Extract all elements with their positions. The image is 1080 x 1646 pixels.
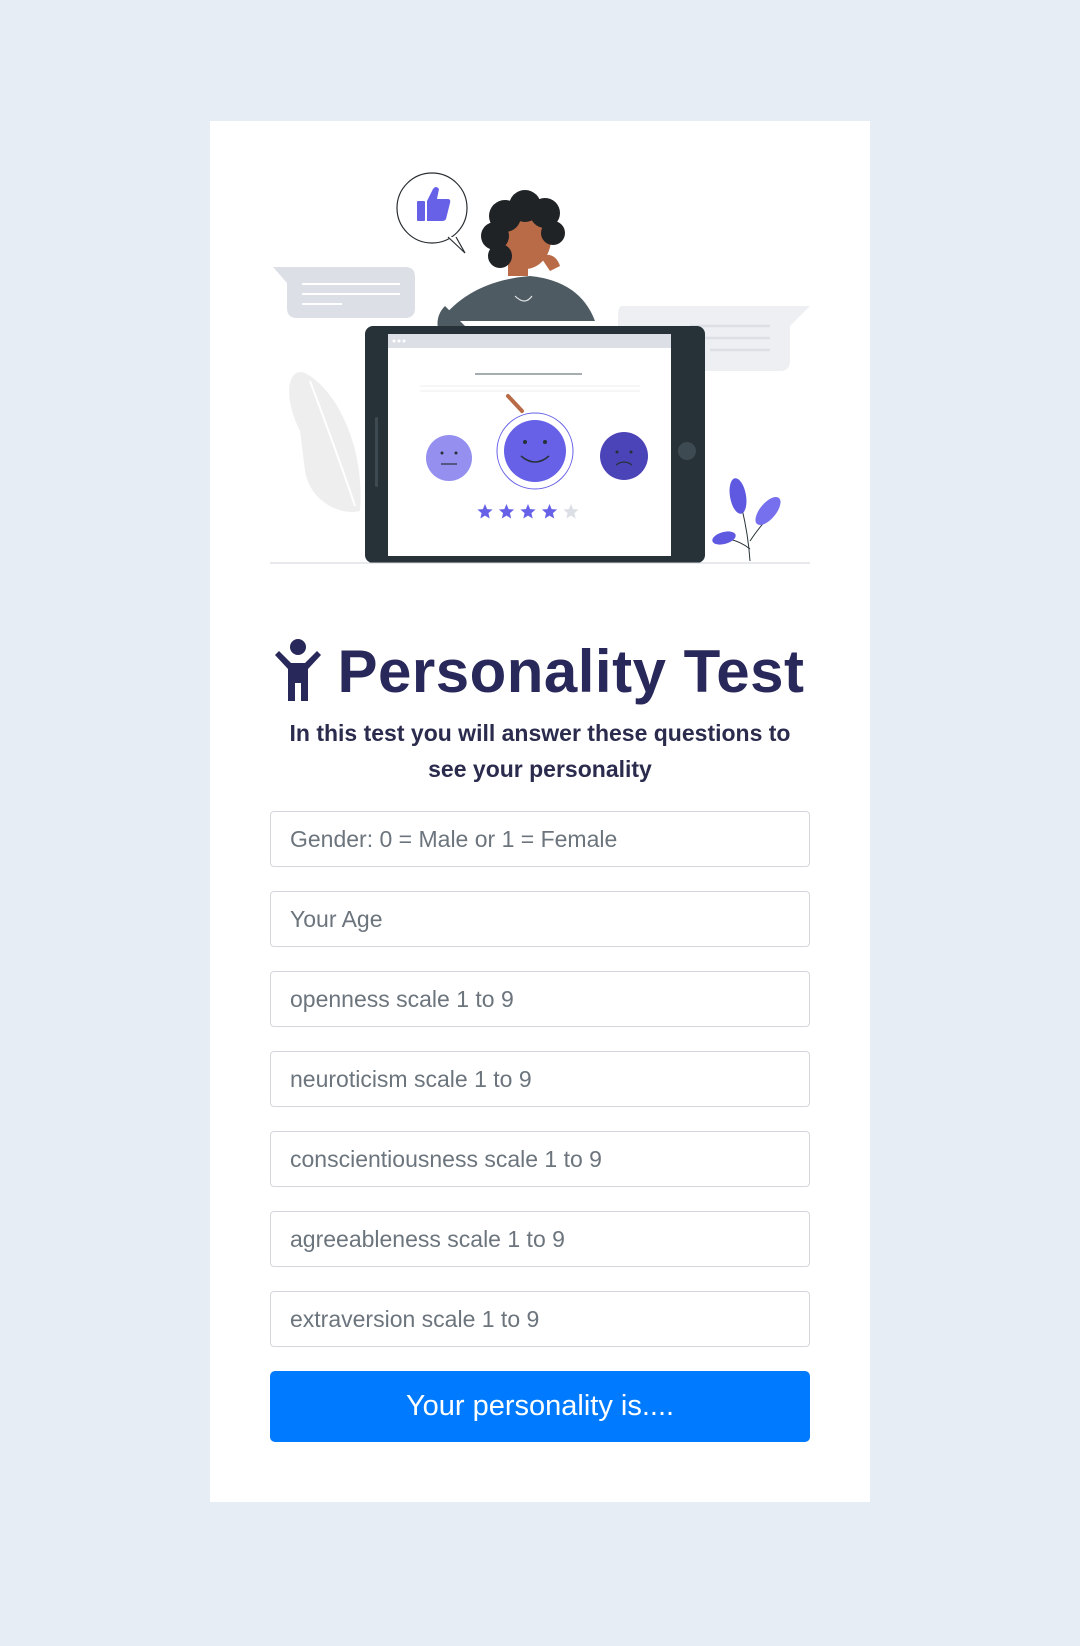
speech-bubble-left bbox=[273, 267, 415, 318]
conscientiousness-input[interactable] bbox=[270, 1131, 810, 1187]
page-title: Personality Test bbox=[337, 637, 805, 705]
agreeableness-input[interactable] bbox=[270, 1211, 810, 1267]
survey-illustration bbox=[270, 172, 810, 564]
neuroticism-input[interactable] bbox=[270, 1051, 810, 1107]
form-card: Personality Test In this test you will a… bbox=[210, 121, 870, 1502]
gender-input[interactable] bbox=[270, 811, 810, 867]
plant-decoration bbox=[712, 478, 781, 562]
leaf-decoration bbox=[289, 372, 361, 512]
title-row: Personality Test bbox=[210, 631, 870, 711]
page-subtitle: In this test you will answer these quest… bbox=[289, 720, 791, 782]
openness-input[interactable] bbox=[270, 971, 810, 1027]
happy-face-icon bbox=[496, 412, 574, 490]
submit-button[interactable]: Your personality is.... bbox=[270, 1371, 810, 1442]
extraversion-input[interactable] bbox=[270, 1291, 810, 1347]
thumbs-up-bubble bbox=[396, 172, 468, 254]
age-input[interactable] bbox=[270, 891, 810, 947]
child-icon bbox=[275, 639, 322, 701]
sad-face-icon bbox=[600, 432, 648, 480]
neutral-face-icon bbox=[426, 435, 472, 481]
